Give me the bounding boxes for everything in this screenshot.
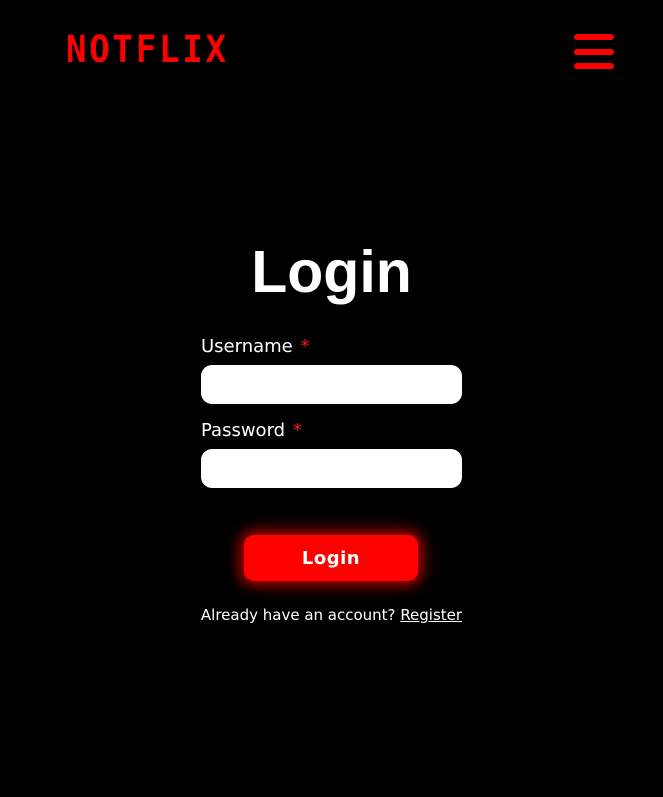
username-label: Username * [201,334,462,360]
register-link[interactable]: Register [400,606,462,624]
menu-bar-middle [574,49,614,55]
page-title: Login [251,239,412,305]
username-required-mark: * [300,336,310,357]
brand-logo[interactable]: NOTFLIX [66,28,229,72]
register-prompt: Already have an account? Register [0,604,663,626]
username-row: Username * [201,334,462,404]
password-label-text: Password [201,420,286,441]
hamburger-menu-icon[interactable] [574,34,614,70]
login-form: Username * Password * [201,334,462,488]
account-prompt-text: Already have an account? [200,606,396,624]
username-label-text: Username [201,336,293,357]
password-row: Password * [201,418,462,488]
password-required-mark: * [292,420,302,441]
password-label: Password * [201,418,462,444]
menu-bar-top [574,34,614,40]
username-input[interactable] [201,365,462,404]
password-input[interactable] [201,449,462,488]
login-button[interactable]: Login [244,535,418,581]
menu-bar-bottom [574,63,614,69]
